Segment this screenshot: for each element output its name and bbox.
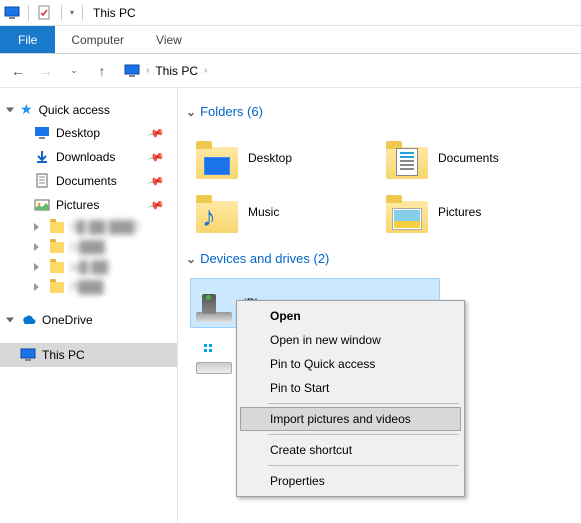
menu-properties[interactable]: Properties [240, 469, 461, 493]
folder-icon [50, 242, 64, 253]
folder-icon: ♪ [196, 191, 238, 233]
ribbon-tabs: File Computer View [0, 26, 581, 54]
star-icon: ★ [20, 101, 33, 118]
folder-icon [386, 137, 428, 179]
back-button[interactable]: ← [8, 61, 28, 81]
folder-music[interactable]: ♪ Music [190, 185, 380, 239]
menu-separator [268, 403, 459, 404]
file-tab[interactable]: File [0, 26, 55, 53]
menu-pin-start[interactable]: Pin to Start [240, 376, 461, 400]
navigation-bar: ← → ⌄ ↑ › This PC › [0, 54, 581, 88]
view-tab[interactable]: View [140, 26, 198, 53]
folder-icon [50, 282, 64, 293]
context-menu: Open Open in new window Pin to Quick acc… [236, 300, 465, 497]
nav-item-desktop[interactable]: Desktop 📌 [0, 121, 177, 145]
folder-label: Music [248, 205, 279, 219]
nav-item-documents[interactable]: Documents 📌 [0, 169, 177, 193]
this-pc-label: This PC [42, 348, 85, 362]
nav-sub-item[interactable]: G███ [0, 237, 177, 257]
pin-icon: 📌 [147, 124, 165, 142]
nav-sub-label: 0█ ██ ███7 [70, 220, 141, 234]
nav-item-label: Desktop [56, 126, 100, 140]
nav-item-downloads[interactable]: Downloads 📌 [0, 145, 177, 169]
this-pc-icon [4, 5, 20, 21]
folder-icon [386, 191, 428, 233]
this-pc-icon [124, 63, 140, 79]
properties-icon[interactable] [37, 5, 53, 21]
desktop-icon [34, 125, 50, 141]
nav-item-label: Pictures [56, 198, 99, 212]
download-icon [34, 149, 50, 165]
quick-access-label: Quick access [39, 103, 110, 117]
navigation-pane: ★ Quick access Desktop 📌 Downloads 📌 Doc… [0, 88, 178, 523]
menu-import-pictures[interactable]: Import pictures and videos [240, 407, 461, 431]
document-icon [34, 173, 50, 189]
folder-desktop[interactable]: Desktop [190, 131, 380, 185]
menu-open[interactable]: Open [240, 304, 461, 328]
chevron-right-icon[interactable]: › [204, 65, 207, 76]
onedrive-label: OneDrive [42, 313, 93, 327]
recent-dropdown-icon[interactable]: ⌄ [64, 61, 84, 81]
folder-icon [50, 262, 64, 273]
breadcrumb-location[interactable]: This PC [155, 64, 198, 78]
pin-icon: 📌 [147, 148, 165, 166]
up-button[interactable]: ↑ [92, 61, 112, 81]
folders-section-header[interactable]: Folders (6) [178, 100, 581, 123]
address-bar[interactable]: › This PC › [124, 63, 207, 79]
nav-item-onedrive[interactable]: OneDrive [0, 309, 177, 331]
folder-icon [196, 137, 238, 179]
folder-icon [50, 222, 64, 233]
menu-create-shortcut[interactable]: Create shortcut [240, 438, 461, 462]
folder-pictures[interactable]: Pictures [380, 185, 570, 239]
nav-sub-item[interactable]: P███ [0, 277, 177, 297]
nav-item-pictures[interactable]: Pictures 📌 [0, 193, 177, 217]
this-pc-icon [20, 347, 36, 363]
chevron-right-icon[interactable]: › [146, 65, 149, 76]
separator [82, 5, 83, 21]
folder-label: Pictures [438, 205, 481, 219]
nav-sub-label: G███ [70, 240, 105, 254]
device-icon [196, 284, 234, 322]
devices-header-label: Devices and drives (2) [200, 251, 329, 266]
nav-sub-item[interactable]: 0█ ██ ███7 [0, 217, 177, 237]
pin-icon: 📌 [147, 196, 165, 214]
separator [28, 5, 29, 21]
pictures-icon [34, 197, 50, 213]
title-bar: ▾ This PC [0, 0, 581, 26]
folders-grid: Desktop Documents ♪ Music Pictures [178, 123, 581, 247]
nav-item-this-pc[interactable]: This PC [0, 343, 177, 367]
computer-tab[interactable]: Computer [55, 26, 140, 53]
devices-section-header[interactable]: Devices and drives (2) [178, 247, 581, 270]
separator [61, 5, 62, 21]
window-title: This PC [93, 6, 136, 20]
nav-item-label: Downloads [56, 150, 115, 164]
drive-icon [196, 336, 234, 374]
folder-label: Desktop [248, 151, 292, 165]
menu-separator [268, 434, 459, 435]
this-pc-group: This PC [0, 343, 177, 367]
folders-header-label: Folders (6) [200, 104, 263, 119]
quick-access-group: ★ Quick access Desktop 📌 Downloads 📌 Doc… [0, 98, 177, 297]
nav-sub-label: la█ ██ [70, 260, 108, 274]
folder-documents[interactable]: Documents [380, 131, 570, 185]
menu-separator [268, 465, 459, 466]
folder-label: Documents [438, 151, 499, 165]
menu-open-new-window[interactable]: Open in new window [240, 328, 461, 352]
menu-pin-quick-access[interactable]: Pin to Quick access [240, 352, 461, 376]
quick-access-header[interactable]: ★ Quick access [0, 98, 177, 121]
onedrive-icon [20, 312, 36, 328]
qat-dropdown-icon[interactable]: ▾ [70, 8, 74, 17]
pin-icon: 📌 [147, 172, 165, 190]
quick-access-toolbar: ▾ [4, 5, 85, 21]
nav-item-label: Documents [56, 174, 117, 188]
forward-button[interactable]: → [36, 61, 56, 81]
nav-sub-label: P███ [70, 280, 104, 294]
onedrive-group: OneDrive [0, 309, 177, 331]
nav-sub-item[interactable]: la█ ██ [0, 257, 177, 277]
